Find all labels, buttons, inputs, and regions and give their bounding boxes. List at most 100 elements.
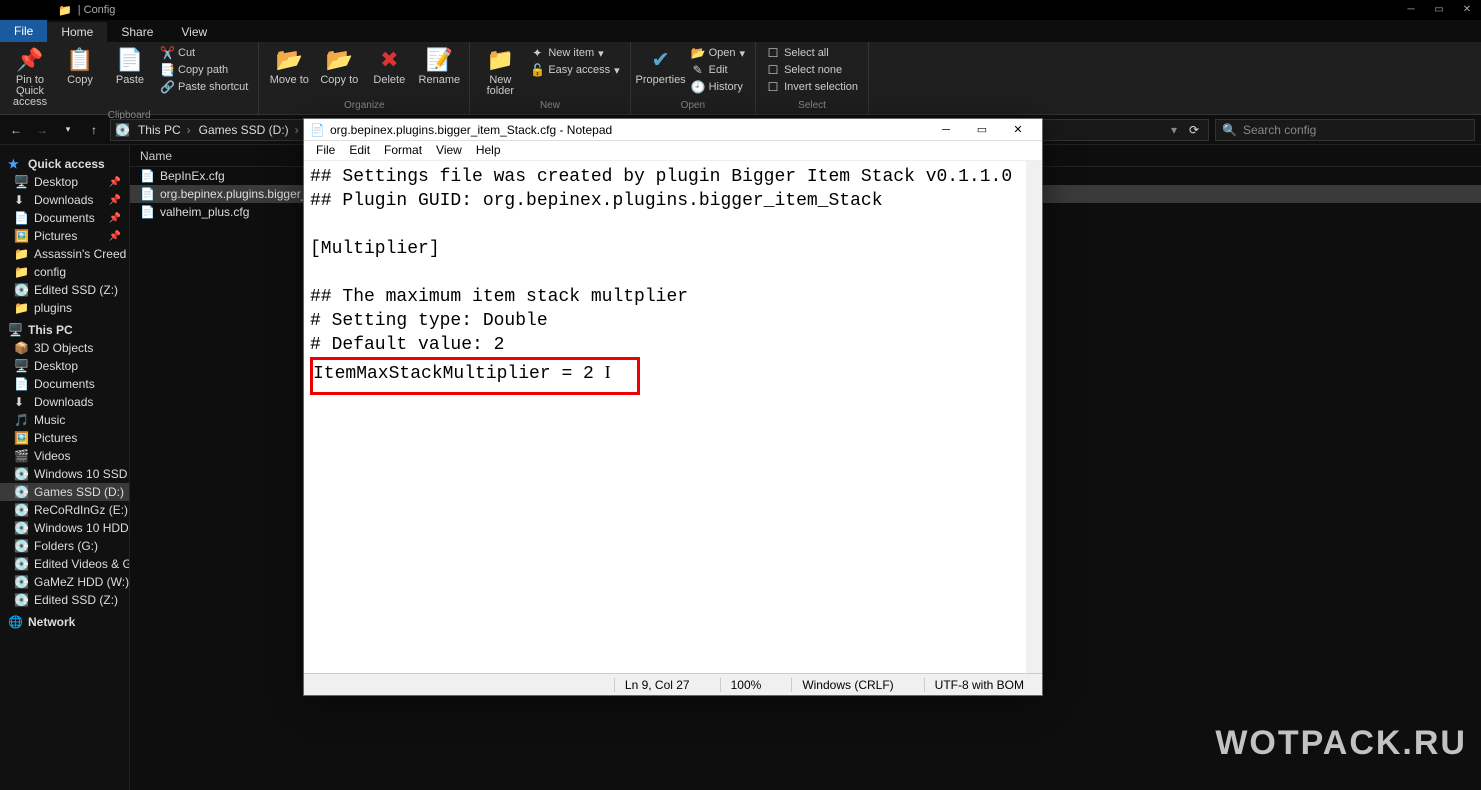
nav-item[interactable]: 💽Folders (G:): [0, 537, 129, 555]
nav-item[interactable]: ⬇ Downloads: [0, 393, 129, 411]
notepad-icon: 📄: [310, 123, 324, 137]
nav-item[interactable]: 💽Windows 10 SSD (C: [0, 465, 129, 483]
history-button[interactable]: 🕘History: [689, 79, 747, 95]
nav-item-icon: 💽: [14, 503, 28, 517]
nav-item-label: Edited SSD (Z:): [34, 283, 118, 297]
nav-item[interactable]: 💽GaMeZ HDD (W:): [0, 573, 129, 591]
notepad-scrollbar[interactable]: [1026, 161, 1042, 673]
new-folder-button[interactable]: 📁New folder: [478, 45, 522, 97]
notepad-menu-edit[interactable]: Edit: [343, 141, 376, 160]
refresh-button[interactable]: ⟳: [1184, 123, 1204, 137]
window-maximize-button[interactable]: ▭: [1425, 0, 1453, 18]
nav-quick-access[interactable]: ★Quick access: [0, 155, 129, 173]
nav-item[interactable]: 📁plugins: [0, 299, 129, 317]
nav-item[interactable]: ⬇Downloads📌: [0, 191, 129, 209]
cut-button[interactable]: ✂️Cut: [158, 45, 250, 61]
notepad-menu-file[interactable]: File: [310, 141, 341, 160]
nav-item-label: Windows 10 SSD (C: [34, 467, 129, 481]
properties-button[interactable]: ✔Properties: [639, 45, 683, 86]
nav-item[interactable]: 📦3D Objects: [0, 339, 129, 357]
nav-item-label: Downloads: [34, 193, 93, 207]
nav-forward-button[interactable]: →: [32, 120, 52, 140]
nav-item[interactable]: 🖼️Pictures📌: [0, 227, 129, 245]
easy-access-button[interactable]: 🔓Easy access ▾: [528, 62, 621, 78]
nav-item[interactable]: 💽Windows 10 HDD (F: [0, 519, 129, 537]
nav-item-label: Downloads: [34, 395, 93, 409]
notepad-menu-help[interactable]: Help: [470, 141, 507, 160]
nav-item[interactable]: 🖼️Pictures: [0, 429, 129, 447]
nav-item[interactable]: 📁config: [0, 263, 129, 281]
notepad-minimize-button[interactable]: ─: [928, 120, 964, 140]
nav-up-button[interactable]: ↑: [84, 120, 104, 140]
nav-item-label: Music: [34, 413, 65, 427]
notepad-window: 📄 org.bepinex.plugins.bigger_item_Stack.…: [303, 118, 1043, 696]
breadcrumb-segment[interactable]: Games SSD (D:): [195, 123, 303, 137]
paste-shortcut-button[interactable]: 🔗Paste shortcut: [158, 79, 250, 95]
file-icon: 📄: [140, 205, 154, 219]
notepad-maximize-button[interactable]: ▭: [964, 120, 1000, 140]
nav-item-label: Games SSD (D:): [34, 485, 124, 499]
move-to-button[interactable]: 📂Move to: [267, 45, 311, 86]
address-dropdown-button[interactable]: ▾: [1164, 123, 1184, 137]
edit-button[interactable]: ✎Edit: [689, 62, 747, 78]
nav-item[interactable]: 🎵 Music: [0, 411, 129, 429]
notepad-text-area[interactable]: ## Settings file was created by plugin B…: [304, 161, 1026, 673]
select-all-button[interactable]: ☐Select all: [764, 45, 860, 61]
nav-item-icon: 💽: [14, 557, 28, 571]
notepad-title-bar[interactable]: 📄 org.bepinex.plugins.bigger_item_Stack.…: [304, 119, 1042, 141]
tab-view[interactable]: View: [167, 22, 221, 42]
window-minimize-button[interactable]: ─: [1397, 0, 1425, 18]
ribbon-group-organize: 📂Move to 📂Copy to ✖Delete 📝Rename Organi…: [259, 42, 470, 114]
nav-item[interactable]: 💽ReCoRdInGz (E:): [0, 501, 129, 519]
nav-item-icon: 💽: [14, 593, 28, 607]
tab-share[interactable]: Share: [107, 22, 167, 42]
window-close-button[interactable]: ✕: [1453, 0, 1481, 18]
invert-selection-button[interactable]: ☐Invert selection: [764, 79, 860, 95]
nav-item-label: Assassin's Creed Val: [34, 247, 129, 261]
nav-item[interactable]: 🎬Videos: [0, 447, 129, 465]
nav-item[interactable]: 📁Assassin's Creed Val: [0, 245, 129, 263]
nav-item[interactable]: 📄Documents📌: [0, 209, 129, 227]
ribbon: 📌Pin to Quick access 📋Copy 📄Paste ✂️Cut …: [0, 42, 1481, 115]
nav-item-label: Pictures: [34, 431, 77, 445]
open-button[interactable]: 📂Open ▾: [689, 45, 747, 61]
tab-file[interactable]: File: [0, 20, 47, 42]
notepad-menu-bar: File Edit Format View Help: [304, 141, 1042, 161]
nav-item-label: Pictures: [34, 229, 77, 243]
nav-item[interactable]: 🖥️Desktop📌: [0, 173, 129, 191]
copy-button[interactable]: 📋Copy: [58, 45, 102, 86]
notepad-menu-view[interactable]: View: [430, 141, 468, 160]
copy-path-button[interactable]: 📑Copy path: [158, 62, 250, 78]
nav-back-button[interactable]: ←: [6, 120, 26, 140]
pin-icon: 📌: [109, 177, 121, 188]
nav-network[interactable]: 🌐Network: [0, 613, 129, 631]
nav-item-label: Documents: [34, 377, 95, 391]
pin-to-quick-access-button[interactable]: 📌Pin to Quick access: [8, 45, 52, 108]
search-input[interactable]: 🔍 Search config: [1215, 119, 1475, 141]
nav-item[interactable]: 💽Games SSD (D:): [0, 483, 129, 501]
nav-item[interactable]: 💽Edited Videos & Ga: [0, 555, 129, 573]
delete-button[interactable]: ✖Delete: [367, 45, 411, 86]
nav-item-label: Folders (G:): [34, 539, 98, 553]
paste-button[interactable]: 📄Paste: [108, 45, 152, 86]
ribbon-tab-strip: File Home Share View: [0, 20, 1481, 42]
copy-to-button[interactable]: 📂Copy to: [317, 45, 361, 86]
breadcrumb-segment[interactable]: This PC: [134, 123, 195, 137]
nav-this-pc[interactable]: 🖥️This PC: [0, 321, 129, 339]
nav-item[interactable]: 📄Documents: [0, 375, 129, 393]
nav-item[interactable]: 💽Edited SSD (Z:): [0, 281, 129, 299]
nav-item[interactable]: 🖥️Desktop: [0, 357, 129, 375]
nav-item[interactable]: 💽Edited SSD (Z:): [0, 591, 129, 609]
notepad-close-button[interactable]: ✕: [1000, 120, 1036, 140]
notepad-menu-format[interactable]: Format: [378, 141, 428, 160]
nav-item-icon: 🎵: [14, 413, 28, 427]
new-item-button[interactable]: ✦New item ▾: [528, 45, 621, 61]
nav-recent-button[interactable]: ▾: [58, 120, 78, 140]
navigation-pane[interactable]: ★Quick access 🖥️Desktop📌 ⬇ Downloads 📌 📄Docu…: [0, 145, 130, 790]
nav-item-icon: ⬇: [14, 395, 28, 409]
rename-button[interactable]: 📝Rename: [417, 45, 461, 86]
file-name: valheim_plus.cfg: [160, 205, 249, 219]
nav-item-icon: ⬇: [14, 193, 28, 207]
select-none-button[interactable]: ☐Select none: [764, 62, 860, 78]
tab-home[interactable]: Home: [47, 22, 107, 42]
